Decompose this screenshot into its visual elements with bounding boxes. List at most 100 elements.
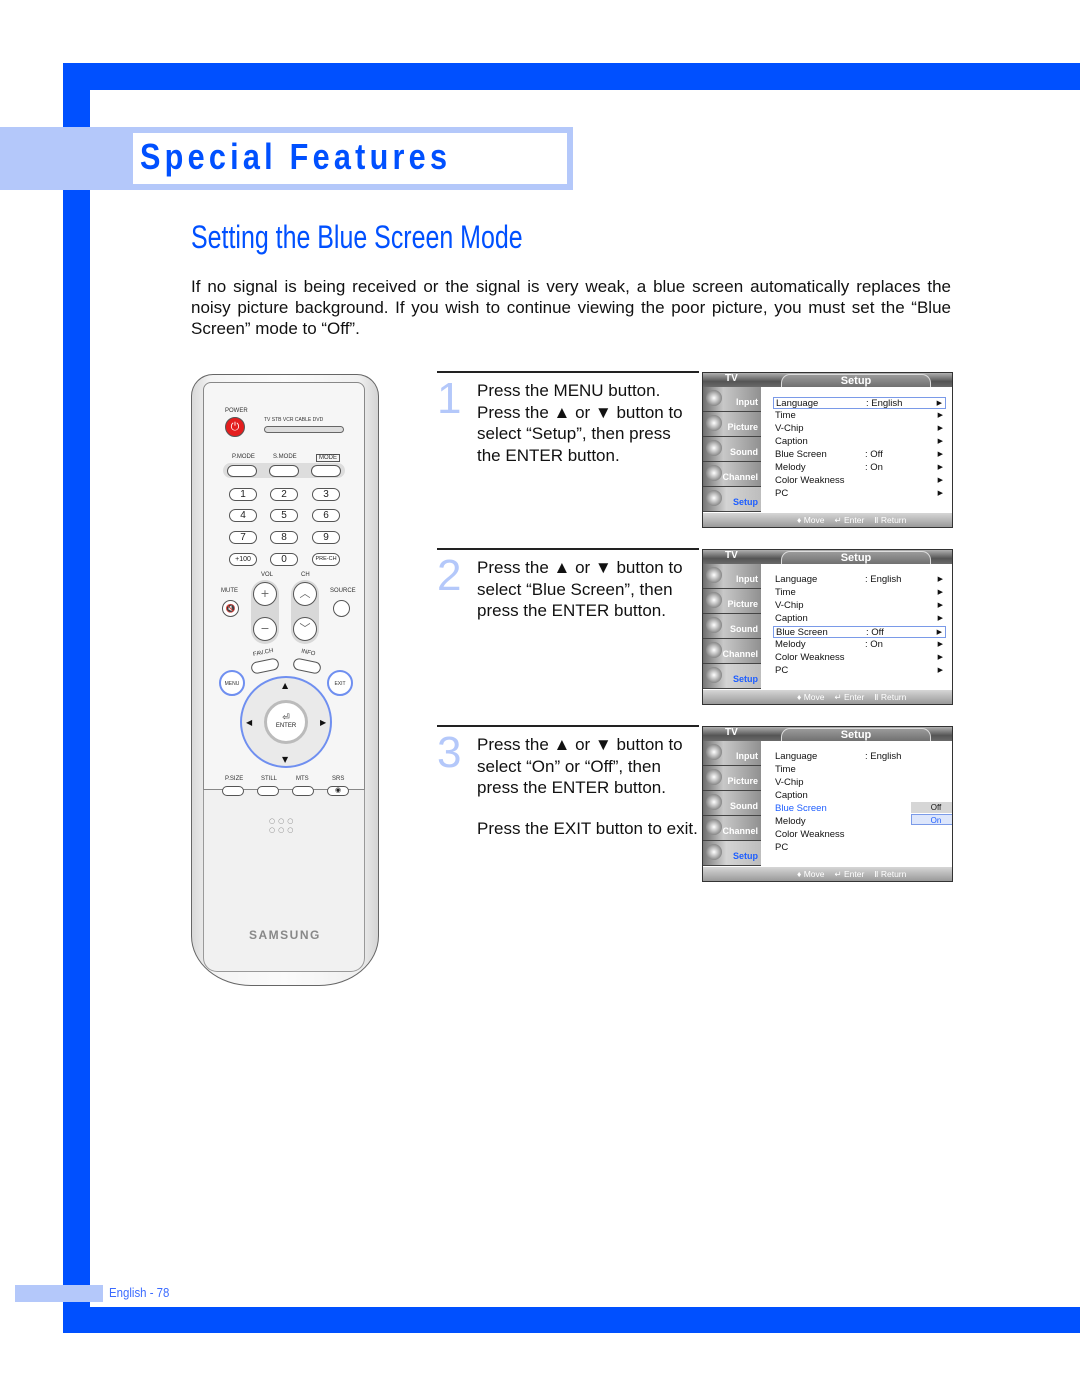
osd-sidebar-channel[interactable]: Channel — [703, 639, 761, 664]
step-number: 1 — [437, 374, 462, 423]
key-6[interactable]: 6 — [312, 509, 340, 522]
osd-item-label: PC — [775, 665, 789, 676]
osd-sidebar-channel[interactable]: Channel — [703, 816, 761, 841]
arrow-right-icon: ▶ — [937, 615, 943, 622]
source-button[interactable] — [333, 600, 350, 617]
osd-sidebar-channel[interactable]: Channel — [703, 462, 761, 487]
osd-sidebar-sound[interactable]: Sound — [703, 614, 761, 639]
power-icon: ⏻ — [230, 420, 240, 433]
osd-sidebar-setup[interactable]: Setup — [703, 487, 761, 512]
key-7[interactable]: 7 — [229, 531, 257, 544]
key-8[interactable]: 8 — [270, 531, 298, 544]
frame-left-bar — [63, 63, 90, 1333]
srs-icon: ◉ — [334, 787, 342, 794]
smode-button[interactable] — [269, 465, 299, 477]
still-button[interactable] — [257, 786, 279, 796]
osd-sidebar-label: Channel — [722, 826, 758, 836]
key-3[interactable]: 3 — [312, 488, 340, 501]
osd-item-value: : English — [865, 751, 902, 762]
osd-sidebar-setup[interactable]: Setup — [703, 841, 761, 866]
osd-item-language[interactable]: Language: English — [773, 751, 946, 763]
smode-label: S.MODE — [273, 454, 297, 460]
ch-down-button[interactable]: ﹀ — [293, 617, 317, 641]
key-0[interactable]: 0 — [270, 553, 298, 566]
mode-button[interactable] — [311, 465, 341, 477]
key-pre-ch[interactable]: PRE-CH — [312, 553, 340, 566]
source-mode-slider[interactable] — [264, 426, 344, 433]
osd-item-language[interactable]: Language: English ▶ — [773, 574, 946, 586]
osd-item-vchip[interactable]: V-Chip — [773, 777, 946, 789]
key-4[interactable]: 4 — [229, 509, 257, 522]
osd-item-color-weakness[interactable]: Color Weakness ▶ — [773, 652, 946, 664]
step-line: Press the MENU button. — [477, 381, 661, 400]
mts-button[interactable] — [292, 786, 314, 796]
osd-sidebar: Input Picture Sound Channel Setup — [703, 564, 761, 694]
plus-icon: + — [260, 587, 270, 600]
arrow-right-icon: ▶ — [937, 602, 943, 609]
menu-button[interactable]: MENU — [219, 670, 245, 696]
power-button[interactable]: ⏻ — [225, 417, 245, 437]
arrow-right-icon: ▶ — [937, 451, 943, 458]
key-1[interactable]: 1 — [229, 488, 257, 501]
osd-item-time[interactable]: Time — [773, 764, 946, 776]
osd-sidebar-picture[interactable]: Picture — [703, 412, 761, 437]
osd-option-on[interactable]: On — [911, 814, 952, 825]
osd-item-melody[interactable]: Melody: On ▶ — [773, 639, 946, 651]
osd-item-label: Time — [775, 764, 796, 775]
osd-item-melody[interactable]: Melody: On ▶ — [773, 462, 946, 474]
sound-icon — [706, 440, 722, 456]
picture-icon — [706, 415, 722, 431]
osd-item-language[interactable]: Language: English ▶ — [773, 397, 946, 409]
mute-button[interactable]: 🔇 — [222, 600, 239, 617]
setup-icon — [706, 490, 722, 506]
picture-icon — [706, 592, 722, 608]
osd-sidebar-label: Sound — [730, 624, 758, 634]
ch-up-button[interactable]: ︿ — [293, 582, 317, 606]
osd-sidebar-sound[interactable]: Sound — [703, 791, 761, 816]
osd-item-caption[interactable]: Caption ▶ — [773, 436, 946, 448]
osd-item-time[interactable]: Time ▶ — [773, 587, 946, 599]
osd-sidebar-picture[interactable]: Picture — [703, 589, 761, 614]
osd-item-color-weakness[interactable]: Color Weakness ▶ — [773, 475, 946, 487]
osd-menu-list: Language: English ▶ Time ▶ V-Chip ▶ Caption… — [761, 564, 952, 692]
osd-sidebar-sound[interactable]: Sound — [703, 437, 761, 462]
osd-sidebar-input[interactable]: Input — [703, 741, 761, 766]
osd-item-vchip[interactable]: V-Chip ▶ — [773, 423, 946, 435]
enter-button[interactable]: ⏎ ENTER — [264, 700, 308, 744]
srs-button[interactable]: ◉ — [327, 786, 349, 796]
osd-sidebar-input[interactable]: Input — [703, 564, 761, 589]
psize-button[interactable] — [222, 786, 244, 796]
key-plus100[interactable]: +100 — [229, 553, 257, 566]
osd-item-time[interactable]: Time ▶ — [773, 410, 946, 422]
osd-option-off[interactable]: Off — [911, 802, 952, 813]
osd-sidebar-input[interactable]: Input — [703, 387, 761, 412]
osd-item-blue-screen[interactable]: Blue Screen: Off ▶ — [773, 626, 946, 638]
vol-down-button[interactable]: − — [253, 617, 277, 641]
osd-sidebar-label: Picture — [727, 599, 758, 609]
osd-sidebar-label: Input — [736, 751, 758, 761]
osd-item-pc[interactable]: PC ▶ — [773, 488, 946, 500]
up-button[interactable]: ▲ — [282, 681, 288, 690]
osd-item-caption[interactable]: Caption — [773, 790, 946, 802]
key-9[interactable]: 9 — [312, 531, 340, 544]
osd-hint-enter: ↵ Enter — [834, 515, 865, 525]
left-button[interactable]: ◀ — [246, 718, 252, 727]
down-button[interactable]: ▼ — [282, 755, 288, 764]
osd-item-label: Color Weakness — [775, 475, 845, 486]
key-2[interactable]: 2 — [270, 488, 298, 501]
step-line: select “On” or “Off”, then — [477, 756, 661, 776]
osd-item-color-weakness[interactable]: Color Weakness — [773, 829, 946, 841]
osd-item-pc[interactable]: PC ▶ — [773, 665, 946, 677]
osd-sidebar-setup[interactable]: Setup — [703, 664, 761, 689]
osd-item-caption[interactable]: Caption ▶ — [773, 613, 946, 625]
osd-item-blue-screen[interactable]: Blue Screen: Off ▶ — [773, 449, 946, 461]
osd-sidebar-picture[interactable]: Picture — [703, 766, 761, 791]
arrow-right-icon: ▶ — [936, 400, 942, 407]
pmode-button[interactable] — [227, 465, 257, 477]
osd-item-pc[interactable]: PC — [773, 842, 946, 854]
exit-button[interactable]: EXIT — [327, 670, 353, 696]
right-button[interactable]: ▶ — [320, 718, 326, 727]
key-5[interactable]: 5 — [270, 509, 298, 522]
vol-up-button[interactable]: + — [253, 582, 277, 606]
osd-item-vchip[interactable]: V-Chip ▶ — [773, 600, 946, 612]
